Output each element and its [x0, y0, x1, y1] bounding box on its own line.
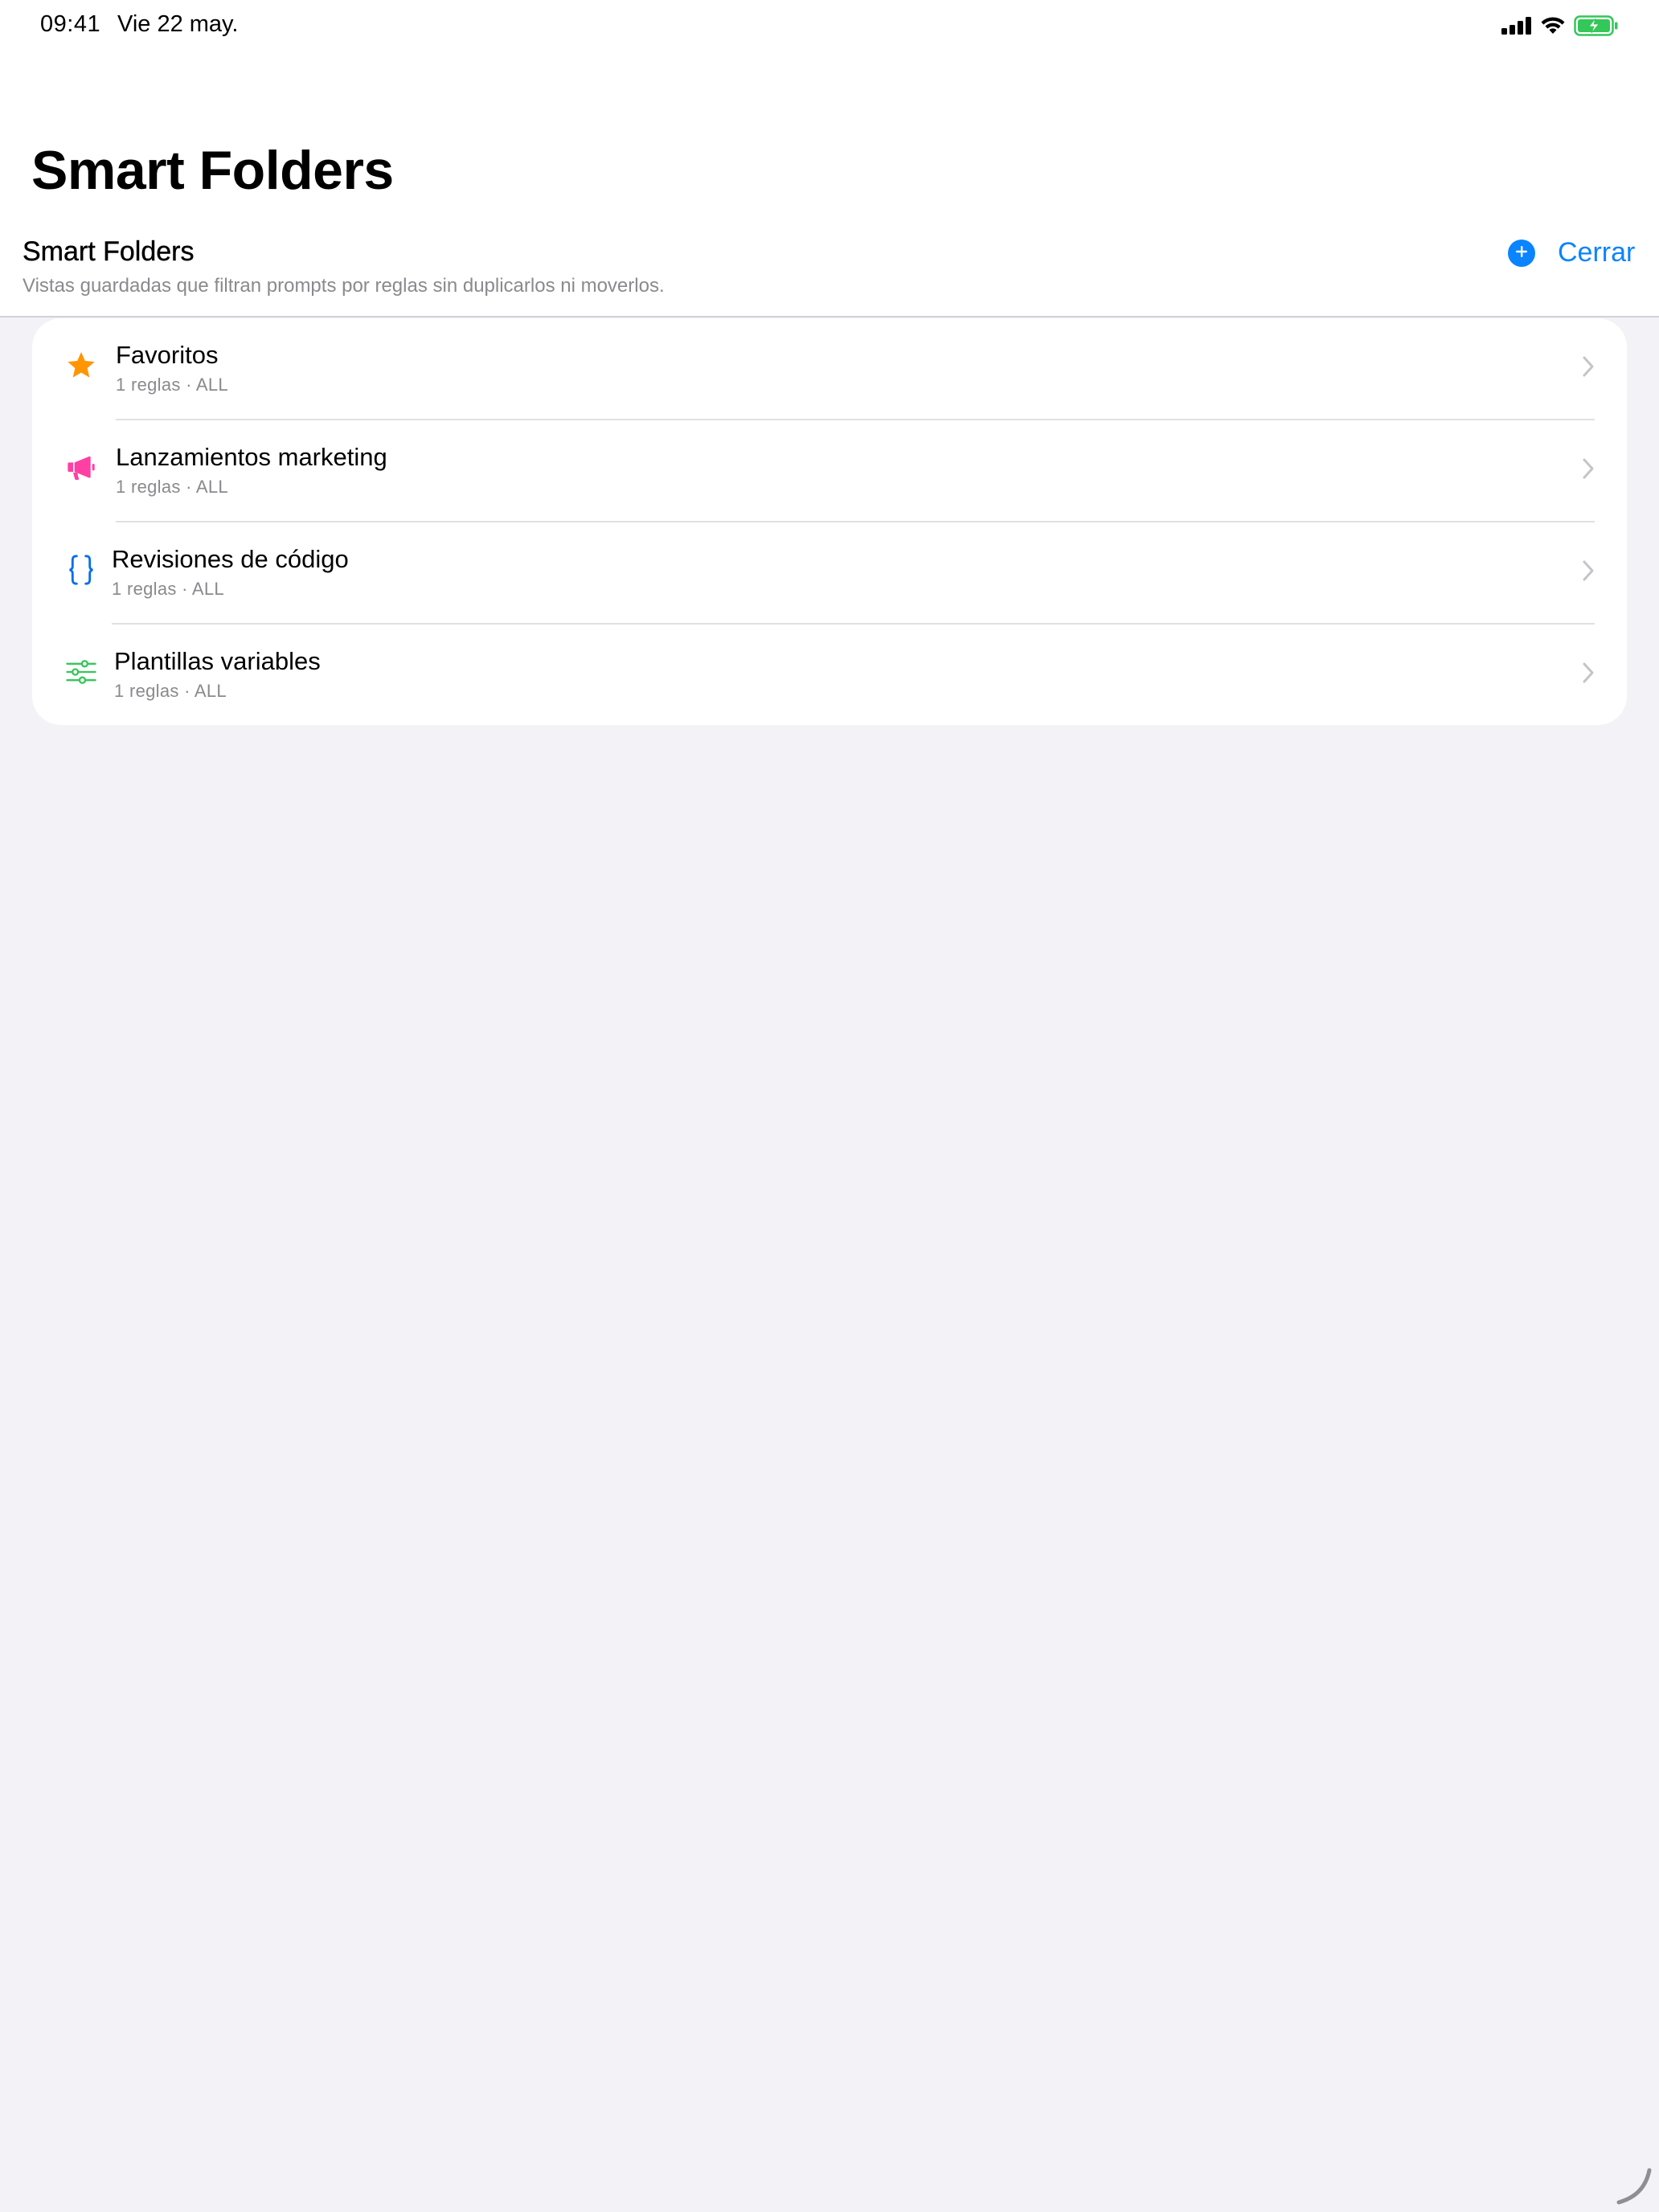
status-date: Vie 22 may. — [117, 11, 239, 37]
folder-name: Favoritos — [116, 341, 219, 369]
plus-circle-icon — [1514, 244, 1529, 263]
folder-row-revisiones-de-codigo[interactable]: Revisiones de código 1 reglas · ALL — [32, 522, 1627, 625]
section-title: Smart Folders — [23, 236, 195, 267]
section-subtitle: Vistas guardadas que filtran prompts por… — [23, 275, 665, 297]
status-time: 09:41 — [40, 11, 101, 37]
chevron-right-icon — [1582, 355, 1595, 378]
section-header: Smart Folders Vistas guardadas que filtr… — [23, 238, 665, 296]
cellular-signal-icon — [1501, 17, 1532, 35]
folder-name: Lanzamientos marketing — [116, 443, 387, 471]
folder-row-lanzamientos-marketing[interactable]: Lanzamientos marketing 1 reglas · ALL — [32, 420, 1627, 522]
resize-handle-icon[interactable] — [1614, 2167, 1653, 2206]
chevron-right-icon — [1582, 457, 1595, 480]
folder-name: Revisiones de código — [112, 545, 349, 573]
folder-meta: 1 reglas · ALL — [116, 477, 228, 497]
close-button[interactable]: Cerrar — [1558, 239, 1635, 266]
megaphone-icon — [64, 451, 98, 485]
smart-folders-list: Favoritos 1 reglas · ALL Lanzamientos ma… — [32, 318, 1627, 725]
folder-meta: 1 reglas · ALL — [112, 579, 224, 599]
folder-name: Plantillas variables — [114, 647, 321, 675]
sliders-icon — [64, 655, 98, 689]
add-folder-button[interactable] — [1508, 240, 1535, 267]
chevron-right-icon — [1582, 559, 1595, 582]
wifi-icon — [1540, 16, 1566, 35]
folder-row-plantillas-variables[interactable]: Plantillas variables 1 reglas · ALL — [32, 625, 1627, 725]
star-icon — [64, 349, 98, 383]
chevron-right-icon — [1582, 662, 1595, 684]
status-bar: 09:41 Vie 22 may. — [0, 0, 1659, 51]
battery-charging-icon — [1574, 15, 1619, 36]
page-title: Smart Folders — [31, 140, 394, 201]
curly-braces-icon — [64, 553, 98, 587]
status-icons — [1501, 14, 1619, 37]
folder-row-favoritos[interactable]: Favoritos 1 reglas · ALL — [32, 318, 1627, 420]
folder-meta: 1 reglas · ALL — [114, 681, 227, 701]
folder-meta: 1 reglas · ALL — [116, 375, 228, 395]
header-area: 09:41 Vie 22 may. Smart Folders Smart Fo… — [0, 0, 1659, 317]
